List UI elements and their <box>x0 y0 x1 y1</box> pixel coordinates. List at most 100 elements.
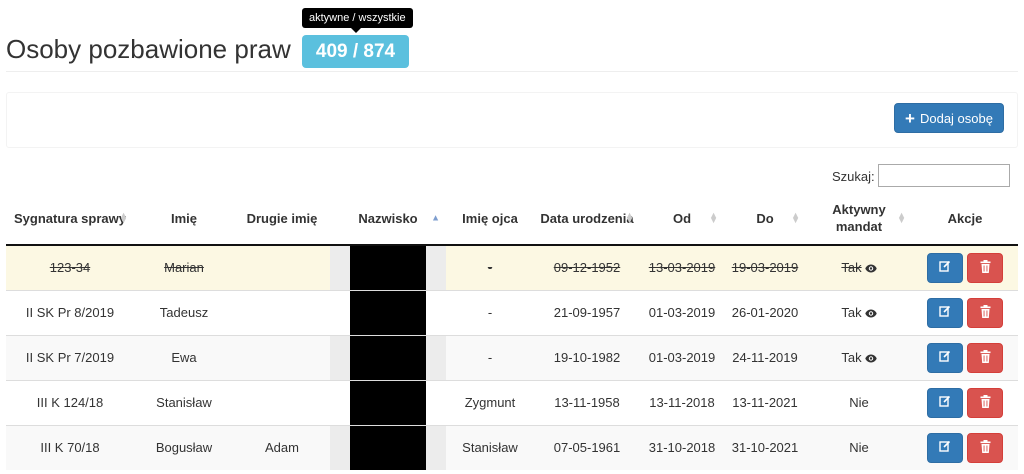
row-actions <box>916 432 1014 463</box>
col-header-imie[interactable]: Imię <box>134 192 234 246</box>
table-row: II SK Pr 7/2019 Ewa -19-10-1982 01-03-2019 2… <box>6 334 1018 380</box>
cell-od: 31-10-2018 <box>640 424 724 470</box>
redacted-surname <box>350 425 426 470</box>
edit-button[interactable] <box>927 342 963 373</box>
col-header-nazwisko[interactable]: Nazwisko ▲ <box>330 192 446 246</box>
cell-drugie-imie: Adam <box>234 424 330 470</box>
edit-icon <box>939 440 951 455</box>
cell-imie-ojca: - <box>446 244 534 290</box>
row-actions <box>916 297 1014 328</box>
delete-button[interactable] <box>967 432 1003 463</box>
cell-data-urodzenia: 21-09-1957 <box>534 289 640 335</box>
edit-button[interactable] <box>927 387 963 418</box>
eye-icon[interactable] <box>864 306 877 321</box>
edit-button[interactable] <box>927 432 963 463</box>
cell-aktywny-mandat: Nie <box>806 424 912 470</box>
eye-icon[interactable] <box>864 261 877 276</box>
row-actions <box>916 387 1014 418</box>
cell-akcje <box>912 334 1018 380</box>
sort-icon: ▲ ▼ <box>791 210 800 225</box>
trash-icon <box>980 349 991 366</box>
cell-akcje <box>912 379 1018 425</box>
sort-icon: ▲ ▼ <box>625 210 634 225</box>
col-header-label: Nazwisko <box>358 210 418 226</box>
col-header-label: Imię <box>170 210 197 226</box>
mandat-value: Tak <box>841 304 862 320</box>
edit-button[interactable] <box>927 297 963 328</box>
delete-button[interactable] <box>967 252 1003 283</box>
search-input[interactable] <box>878 164 1010 187</box>
col-header-aktywny-mandat[interactable]: Aktywny mandat ▲ ▼ <box>806 192 912 246</box>
cell-od: 01-03-2019 <box>640 334 724 380</box>
col-header-label: Drugie imię <box>246 210 318 226</box>
cell-akcje <box>912 289 1018 335</box>
cell-aktywny-mandat: Tak <box>806 334 912 380</box>
col-header-label: Aktywny mandat <box>832 202 886 234</box>
cell-do: 24-11-2019 <box>724 334 806 380</box>
cell-nazwisko <box>330 379 446 425</box>
cell-nazwisko <box>330 334 446 380</box>
col-header-akcje: Akcje <box>912 192 1018 246</box>
table-row: III K 124/18 Stanisław Zygmunt 13-11-1958 13… <box>6 379 1018 425</box>
cell-aktywny-mandat: Tak <box>806 289 912 335</box>
cell-sygnatura: 123-34 <box>6 244 134 290</box>
cell-sygnatura: II SK Pr 8/2019 <box>6 289 134 335</box>
redacted-surname <box>350 246 426 290</box>
edit-icon <box>939 350 951 365</box>
cell-do: 19-03-2019 <box>724 244 806 290</box>
cell-nazwisko <box>330 424 446 470</box>
delete-button[interactable] <box>967 297 1003 328</box>
edit-button[interactable] <box>927 252 963 283</box>
col-header-data-urodzenia[interactable]: Data urodzenia ▲ ▼ <box>534 192 640 246</box>
add-person-button[interactable]: + Dodaj osobę <box>894 103 1004 133</box>
redacted-surname <box>350 380 426 425</box>
trash-icon <box>980 259 991 276</box>
col-header-label: Do <box>756 210 774 226</box>
cell-nazwisko <box>330 244 446 290</box>
mandat-value: Tak <box>841 259 862 275</box>
eye-icon[interactable] <box>864 351 877 366</box>
col-header-od[interactable]: Od ▲ ▼ <box>640 192 724 246</box>
edit-icon <box>939 395 951 410</box>
row-actions <box>916 342 1014 373</box>
cell-do: 26-01-2020 <box>724 289 806 335</box>
col-header-label: Akcje <box>947 210 983 226</box>
cell-imie-ojca: Zygmunt <box>446 379 534 425</box>
cell-imie: Tadeusz <box>134 289 234 335</box>
cell-data-urodzenia: 07-05-1961 <box>534 424 640 470</box>
cell-aktywny-mandat: Tak <box>806 244 912 290</box>
cell-imie: Ewa <box>134 334 234 380</box>
delete-button[interactable] <box>967 387 1003 418</box>
count-badge[interactable]: 409 / 874 <box>302 35 409 68</box>
plus-icon: + <box>905 108 915 128</box>
cell-data-urodzenia: 13-11-1958 <box>534 379 640 425</box>
col-header-label: Imię ojca <box>462 210 518 226</box>
trash-icon <box>980 439 991 456</box>
page-title: Osoby pozbawione praw <box>6 34 291 64</box>
col-header-drugie-imie[interactable]: Drugie imię <box>234 192 330 246</box>
table-header-row: Sygnatura sprawy ▲ ▼ Imię Drugie imię Nazw… <box>6 192 1018 246</box>
table-row: III K 70/18 Bogusław Adam Stanisław 07-05-19… <box>6 424 1018 470</box>
sort-asc-icon: ▲ <box>431 212 440 223</box>
cell-od: 01-03-2019 <box>640 289 724 335</box>
cell-data-urodzenia: 19-10-1982 <box>534 334 640 380</box>
table-row: 123-34 Marian -09-12-1952 13-03-2019 19-03-2… <box>6 244 1018 290</box>
col-header-sygnatura[interactable]: Sygnatura sprawy ▲ ▼ <box>6 192 134 246</box>
cell-drugie-imie <box>234 289 330 335</box>
cell-drugie-imie <box>234 379 330 425</box>
trash-icon <box>980 304 991 321</box>
col-header-imie-ojca[interactable]: Imię ojca <box>446 192 534 246</box>
cell-akcje <box>912 244 1018 290</box>
cell-drugie-imie <box>234 334 330 380</box>
cell-do: 13-11-2021 <box>724 379 806 425</box>
search-label: Szukaj: <box>832 169 875 184</box>
cell-aktywny-mandat: Nie <box>806 379 912 425</box>
cell-drugie-imie <box>234 244 330 290</box>
delete-button[interactable] <box>967 342 1003 373</box>
col-header-do[interactable]: Do ▲ ▼ <box>724 192 806 246</box>
edit-icon <box>939 260 951 275</box>
persons-table: Sygnatura sprawy ▲ ▼ Imię Drugie imię Nazw… <box>6 192 1018 470</box>
mandat-value: Tak <box>841 349 862 365</box>
redacted-surname <box>350 335 426 380</box>
cell-sygnatura: II SK Pr 7/2019 <box>6 334 134 380</box>
